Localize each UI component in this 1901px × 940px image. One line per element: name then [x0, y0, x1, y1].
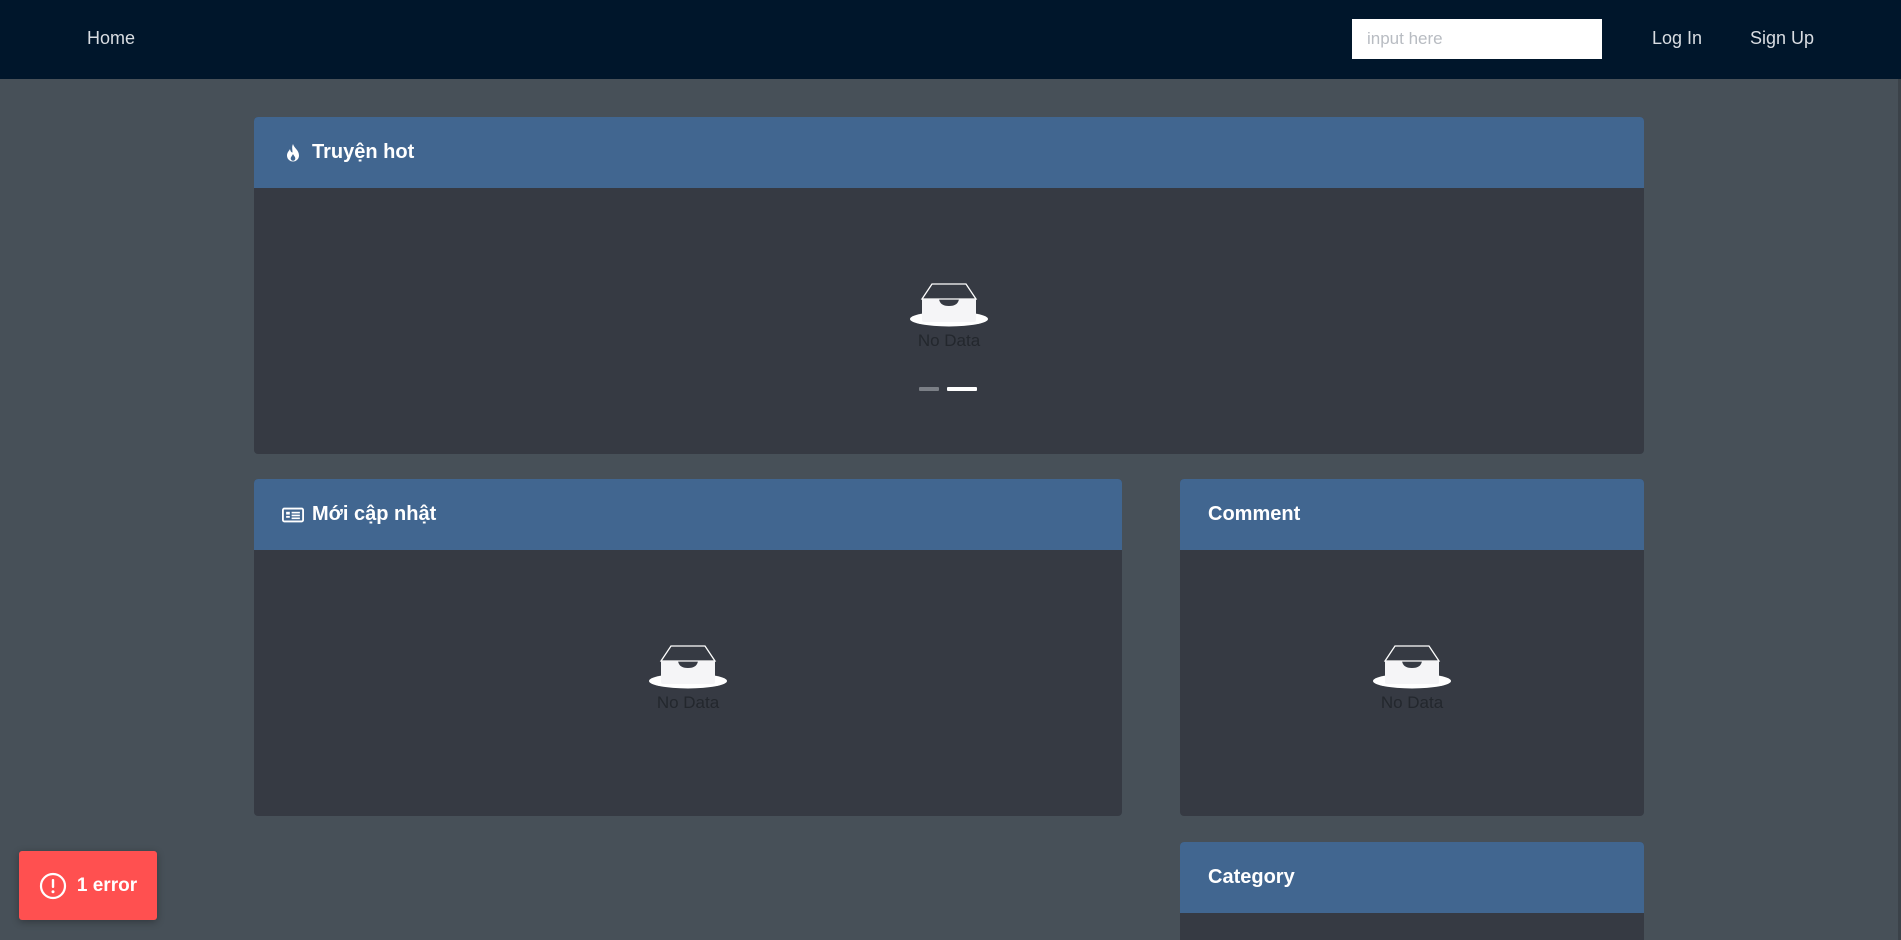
carousel-dot-1[interactable]	[919, 387, 939, 391]
carousel-dot-2-active[interactable]	[947, 387, 977, 391]
top-navbar: Home Log In Sign Up	[0, 0, 1901, 79]
search-input[interactable]	[1352, 19, 1602, 59]
latest-updates-card: Mới cập nhật No Data	[254, 479, 1122, 816]
carousel-dots	[919, 387, 979, 391]
empty-inbox-icon	[649, 645, 727, 689]
newspaper-icon	[282, 504, 304, 526]
hot-stories-card: Truyện hot No Data	[254, 117, 1644, 454]
comment-title: Comment	[1208, 503, 1301, 525]
latest-updates-header: Mới cập nhật	[254, 479, 1122, 550]
hot-stories-title: Truyện hot	[312, 141, 415, 163]
comment-header: Comment	[1180, 479, 1644, 550]
error-badge-label: 1 error	[76, 874, 138, 896]
category-header: Category	[1180, 842, 1644, 913]
comment-empty-text: No Data	[1380, 693, 1444, 712]
empty-inbox-icon	[1373, 645, 1451, 689]
login-link[interactable]: Log In	[1652, 28, 1702, 49]
hot-stories-empty-state: No Data	[899, 275, 999, 351]
hot-stories-header: Truyện hot	[254, 117, 1644, 188]
empty-inbox-icon	[910, 283, 988, 327]
latest-updates-empty-state: No Data	[638, 637, 738, 713]
nav-home-link[interactable]: Home	[87, 28, 135, 49]
page: Home Log In Sign Up Truyện hot No Data	[0, 0, 1901, 940]
signup-link[interactable]: Sign Up	[1750, 28, 1814, 49]
comment-card: Comment No Data	[1180, 479, 1644, 816]
latest-updates-empty-text: No Data	[656, 693, 720, 712]
fire-icon	[282, 142, 304, 164]
category-card: Category	[1180, 842, 1644, 940]
error-badge[interactable]: 1 error	[19, 851, 157, 920]
category-title: Category	[1208, 866, 1295, 888]
exclamation-circle-icon	[39, 872, 67, 900]
comment-empty-state: No Data	[1362, 637, 1462, 713]
latest-updates-title: Mới cập nhật	[312, 503, 437, 525]
hot-stories-empty-text: No Data	[917, 331, 981, 350]
